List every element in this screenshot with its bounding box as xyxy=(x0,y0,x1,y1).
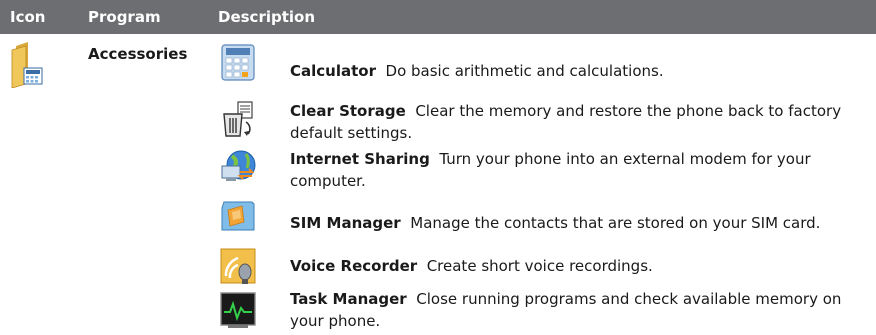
item-name: Voice Recorder xyxy=(290,257,418,275)
list-item-internet-sharing: Internet Sharing Turn your phone into an… xyxy=(290,148,850,192)
item-name: Clear Storage xyxy=(290,102,406,120)
internet-sharing-icon xyxy=(221,150,256,181)
list-item-sim-manager: SIM Manager Manage the contacts that are… xyxy=(290,212,850,234)
item-description: Manage the contacts that are stored on y… xyxy=(410,214,821,232)
item-name: SIM Manager xyxy=(290,214,401,232)
clear-storage-icon xyxy=(223,101,253,137)
calculator-icon xyxy=(221,44,255,81)
list-item-clear-storage: Clear Storage Clear the memory and resto… xyxy=(290,100,850,144)
voice-recorder-icon xyxy=(220,248,256,284)
list-item-voice-recorder: Voice Recorder Create short voice record… xyxy=(290,255,850,277)
sim-manager-icon xyxy=(221,201,255,231)
item-description: Create short voice recordings. xyxy=(426,257,653,275)
program-name: Accessories xyxy=(88,45,188,63)
item-name: Calculator xyxy=(290,62,376,80)
header-program-column: Program xyxy=(88,8,161,26)
list-item-calculator: Calculator Do basic arithmetic and calcu… xyxy=(290,60,850,82)
accessories-folder-icon xyxy=(11,42,43,88)
header-icon-column: Icon xyxy=(10,8,46,26)
item-description: Do basic arithmetic and calculations. xyxy=(385,62,664,80)
item-name: Task Manager xyxy=(290,290,407,308)
list-item-task-manager: Task Manager Close running programs and … xyxy=(290,288,850,332)
task-manager-icon xyxy=(220,292,256,328)
table-header: Icon Program Description xyxy=(0,0,876,34)
item-name: Internet Sharing xyxy=(290,150,430,168)
header-description-column: Description xyxy=(218,8,316,26)
